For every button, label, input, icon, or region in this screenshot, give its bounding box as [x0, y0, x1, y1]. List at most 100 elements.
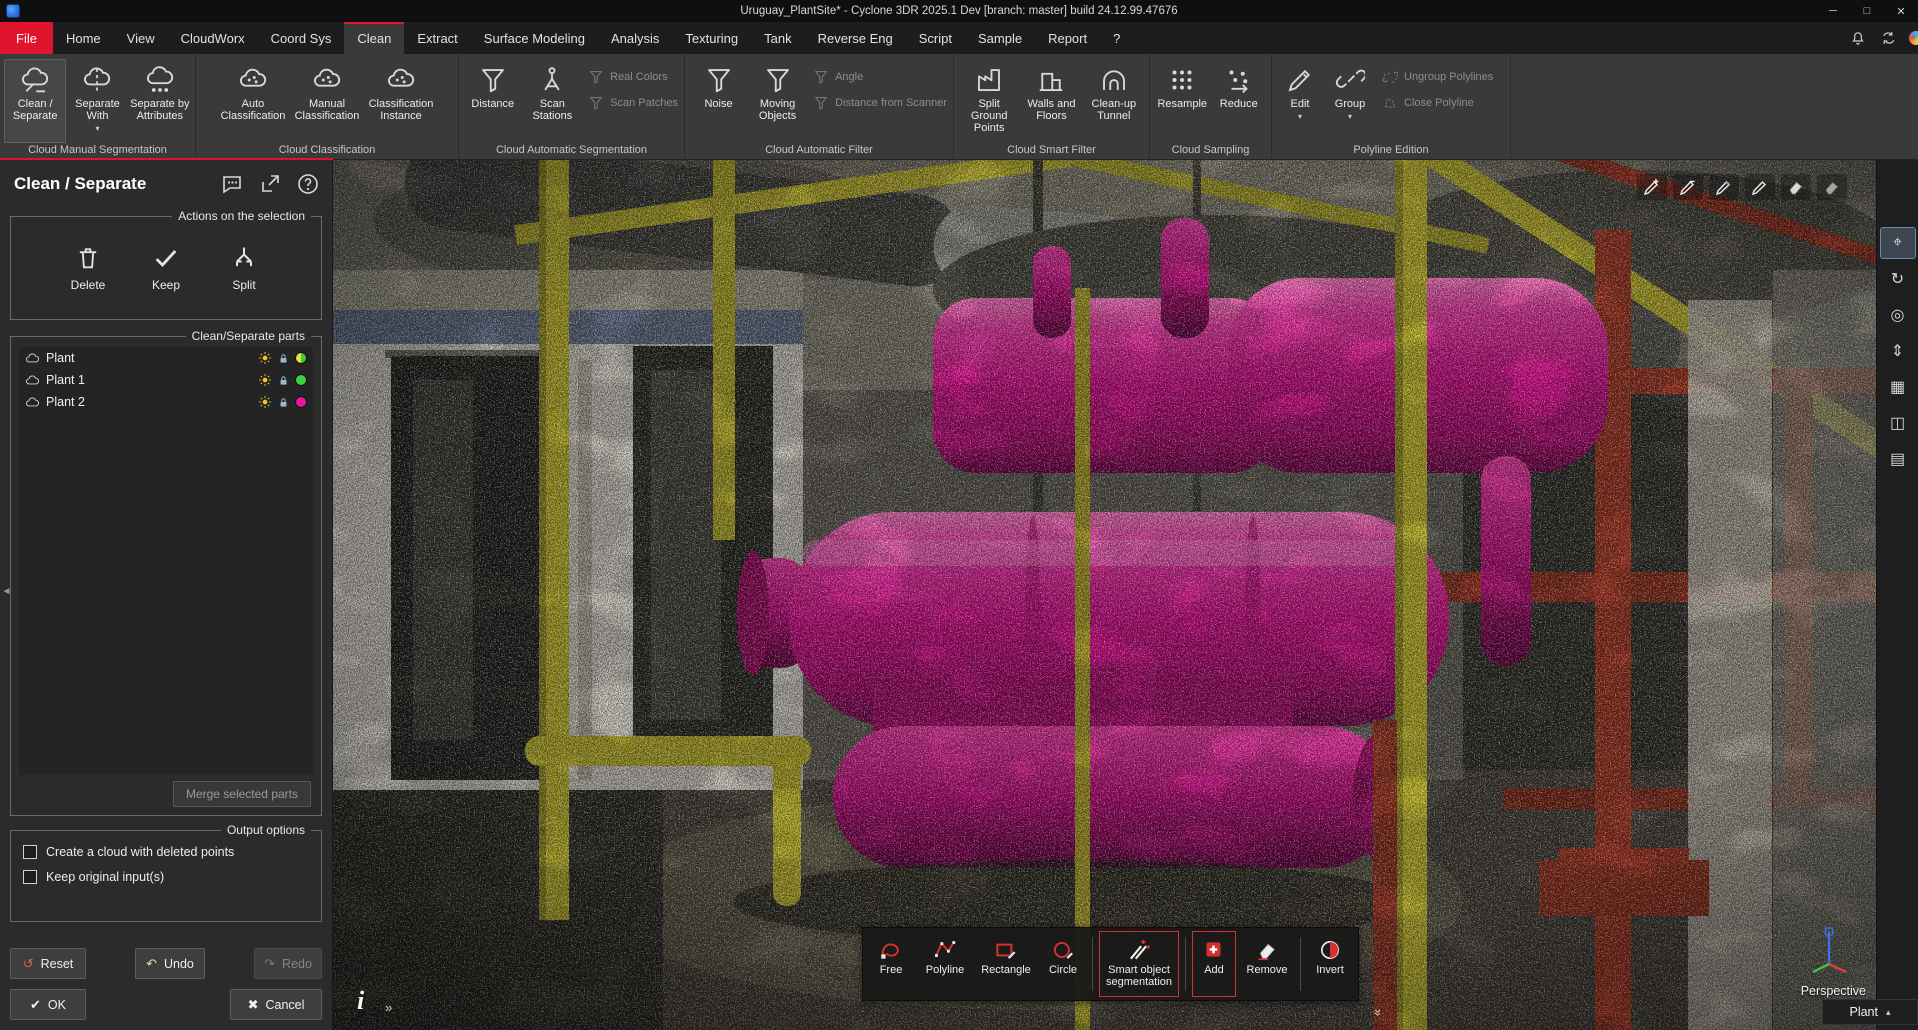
ribbon-classification-instance-button[interactable]: Classification Instance: [369, 59, 433, 143]
ribbon-distance-from-scanner-button: Distance from Scanner: [813, 95, 947, 111]
ribbon-group-cloud-sampling: Resample Reduce Cloud Sampling: [1150, 54, 1272, 159]
menu-tank[interactable]: Tank: [751, 22, 804, 54]
info-indicator[interactable]: i: [357, 986, 364, 1016]
menu-texturing[interactable]: Texturing: [672, 22, 751, 54]
menu-reverse-eng[interactable]: Reverse Eng: [805, 22, 906, 54]
color-chip[interactable]: [295, 352, 307, 364]
checkbox-keep-original-inputs[interactable]: [23, 870, 37, 884]
notifications-bell-icon[interactable]: [1848, 28, 1868, 48]
comments-icon[interactable]: [220, 172, 244, 196]
account-avatar-icon[interactable]: [1908, 30, 1918, 46]
ribbon-reduce-button[interactable]: Reduce: [1211, 59, 1268, 143]
menu-extract[interactable]: Extract: [404, 22, 470, 54]
close-button[interactable]: ✕: [1884, 0, 1918, 22]
menu-surface-modeling[interactable]: Surface Modeling: [471, 22, 598, 54]
projection-label[interactable]: Perspective: [1801, 984, 1866, 998]
split-button[interactable]: Split: [213, 244, 275, 292]
ok-button[interactable]: ✔ OK: [10, 989, 86, 1020]
ribbon-auto-classification-button[interactable]: Auto Classification: [221, 59, 285, 143]
invert-selection-button[interactable]: Invert: [1307, 931, 1353, 997]
sync-status-icon[interactable]: [1878, 28, 1898, 48]
rectangle-selection-button[interactable]: Rectangle: [976, 931, 1036, 997]
lock-icon[interactable]: [277, 352, 290, 365]
delete-button[interactable]: Delete: [57, 244, 119, 292]
ribbon-button-label: Clean-up Tunnel: [1084, 98, 1144, 122]
ribbon-separate-with-button[interactable]: Separate With ▾: [66, 59, 128, 143]
checkbox-row-keep-original[interactable]: Keep original input(s): [23, 870, 309, 884]
circle-selection-button[interactable]: Circle: [1040, 931, 1086, 997]
redo-label: Redo: [282, 957, 312, 971]
free-selection-button[interactable]: Free: [868, 931, 914, 997]
menu-home[interactable]: Home: [53, 22, 114, 54]
checkbox-create-cloud-deleted-points[interactable]: [23, 845, 37, 859]
main-area: Clean / Separate Actions on the selectio…: [0, 160, 1918, 1030]
part-row-plant-1[interactable]: Plant 1: [19, 369, 313, 391]
ribbon-manual-classification-button[interactable]: Manual Classification: [295, 59, 359, 143]
parts-list[interactable]: Plant Plant 1: [19, 347, 313, 775]
undo-button[interactable]: ↶ Undo: [135, 948, 205, 979]
polyline-selection-button[interactable]: Polyline: [918, 931, 972, 997]
ribbon-group-polyline-button[interactable]: Group ▾: [1324, 59, 1376, 143]
ribbon-separate-by-attributes-button[interactable]: Separate by Attributes: [129, 59, 191, 143]
cancel-button[interactable]: ✖ Cancel: [230, 989, 322, 1020]
part-row-plant-2[interactable]: Plant 2: [19, 391, 313, 413]
info-expand-chevron[interactable]: »: [385, 1000, 392, 1015]
checkbox-row-deleted-points[interactable]: Create a cloud with deleted points: [23, 845, 309, 859]
menu-view[interactable]: View: [114, 22, 168, 54]
active-object-button[interactable]: Plant ▴: [1822, 999, 1918, 1025]
maximize-button[interactable]: □: [1850, 0, 1884, 22]
ribbon-noise-button[interactable]: Noise: [689, 59, 748, 143]
remove-from-selection-button[interactable]: Remove: [1240, 931, 1294, 997]
menu-clean[interactable]: Clean: [344, 22, 404, 54]
smart-object-segmentation-button[interactable]: Smart object segmentation: [1099, 931, 1179, 997]
keep-button[interactable]: Keep: [135, 244, 197, 292]
pen-tool-alt-icon[interactable]: [1745, 174, 1775, 200]
part-row-plant[interactable]: Plant: [19, 347, 313, 369]
visibility-sun-icon[interactable]: [258, 351, 272, 365]
export-panel-icon[interactable]: [258, 172, 282, 196]
ribbon-cleanup-tunnel-button[interactable]: Clean-up Tunnel: [1083, 59, 1145, 143]
caret-up-icon: ▴: [1886, 1007, 1891, 1018]
ribbon-distance-button[interactable]: Distance: [463, 59, 523, 143]
ribbon-walls-and-floors-button[interactable]: Walls and Floors: [1020, 59, 1082, 143]
menu-coord-sys[interactable]: Coord Sys: [258, 22, 345, 54]
color-chip[interactable]: [295, 374, 307, 386]
ribbon-moving-objects-button[interactable]: Moving Objects: [748, 59, 807, 143]
lock-icon[interactable]: [277, 374, 290, 387]
menu-cloudworx[interactable]: CloudWorx: [168, 22, 258, 54]
tool-pan-zoom[interactable]: ⇕: [1881, 336, 1915, 366]
ribbon-resample-button[interactable]: Resample: [1154, 59, 1211, 143]
viewport-3d[interactable]: ⌖ ↻ ◎ ⇕ ▦ ◫ ▤ Free P: [333, 160, 1918, 1030]
brush-add-icon[interactable]: [1637, 174, 1667, 200]
help-icon[interactable]: [296, 172, 320, 196]
tool-navigate-target[interactable]: ⌖: [1881, 228, 1915, 258]
reset-button[interactable]: ↺ Reset: [10, 948, 86, 979]
menu-script[interactable]: Script: [906, 22, 965, 54]
ribbon-split-ground-points-button[interactable]: Split Ground Points: [958, 59, 1020, 143]
visibility-sun-icon[interactable]: [258, 373, 272, 387]
brush-remove-icon[interactable]: [1673, 174, 1703, 200]
menu-sample[interactable]: Sample: [965, 22, 1035, 54]
tool-split-view[interactable]: ◫: [1881, 408, 1915, 438]
ribbon-scan-stations-button[interactable]: Scan Stations: [523, 59, 583, 143]
menu-file[interactable]: File: [0, 22, 53, 54]
add-to-selection-button[interactable]: Add: [1192, 931, 1236, 997]
menu-help[interactable]: ?: [1100, 22, 1133, 54]
minimize-button[interactable]: ─: [1816, 0, 1850, 22]
pen-tool-icon[interactable]: [1709, 174, 1739, 200]
ribbon-edit-polyline-button[interactable]: Edit ▾: [1276, 59, 1324, 143]
toolbar-expand-chevron[interactable]: »: [1371, 1009, 1386, 1016]
lock-icon[interactable]: [277, 396, 290, 409]
ribbon-clean-separate-button[interactable]: Clean / Separate: [4, 59, 66, 143]
color-chip[interactable]: [295, 396, 307, 408]
visibility-sun-icon[interactable]: [258, 395, 272, 409]
menu-report[interactable]: Report: [1035, 22, 1100, 54]
eraser-large-icon[interactable]: [1781, 174, 1811, 200]
tool-view-sheets[interactable]: ▤: [1881, 444, 1915, 474]
tool-orbit[interactable]: ↻: [1881, 264, 1915, 294]
menu-analysis[interactable]: Analysis: [598, 22, 672, 54]
tool-view-cube[interactable]: ▦: [1881, 372, 1915, 402]
eraser-small-icon[interactable]: [1817, 174, 1847, 200]
panel-collapse-arrow[interactable]: ◄: [0, 580, 13, 602]
tool-look-around[interactable]: ◎: [1881, 300, 1915, 330]
